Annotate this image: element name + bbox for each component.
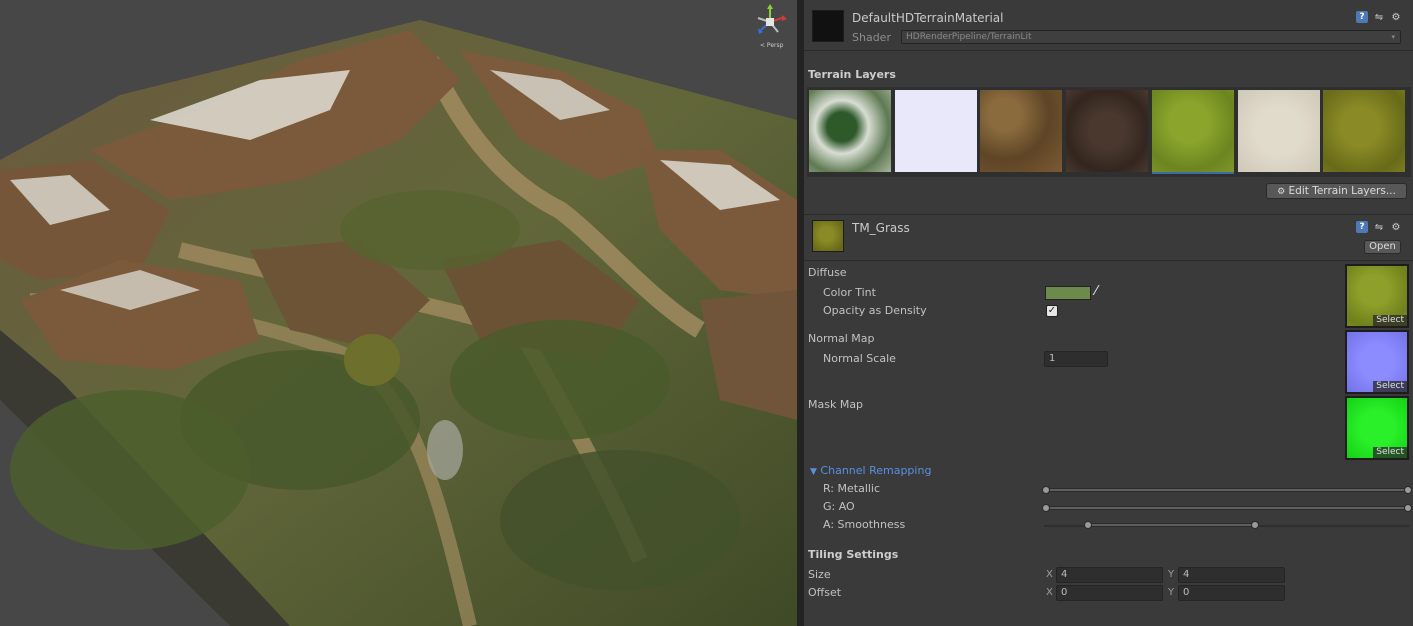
size-y-field[interactable]: 4 [1178, 567, 1285, 583]
terrain-layer-thumbnail[interactable] [809, 90, 891, 172]
select-button[interactable]: Select [1373, 315, 1407, 326]
slider-max-handle[interactable] [1404, 486, 1412, 494]
terrain-layer-thumbnail-selected[interactable] [1152, 90, 1234, 172]
shader-label: Shader [852, 31, 891, 44]
select-button[interactable]: Select [1373, 381, 1407, 392]
color-tint-swatch[interactable] [1045, 286, 1091, 300]
terrain-layer-thumbnail[interactable] [895, 90, 977, 172]
gear-icon: ⚙ [1277, 187, 1286, 197]
mask-map-label: Mask Map [808, 398, 864, 411]
shader-dropdown-value: HDRenderPipeline/TerrainLit [906, 32, 1032, 42]
section-divider [804, 214, 1413, 215]
mask-texture-slot[interactable]: Select [1345, 396, 1409, 460]
material-header-icons: ? ⇋ ⚙ [1356, 11, 1402, 23]
edit-terrain-layers-button[interactable]: ⚙ Edit Terrain Layers... [1266, 183, 1407, 199]
help-icon[interactable]: ? [1356, 221, 1368, 233]
diffuse-label: Diffuse [808, 266, 847, 279]
terrain-layers-title: Terrain Layers [808, 68, 896, 81]
preset-icon[interactable]: ⇋ [1373, 221, 1385, 233]
section-divider [804, 50, 1413, 51]
channel-label: G: AO [823, 500, 855, 513]
channel-remapping-foldout[interactable]: ▼ Channel Remapping [810, 464, 931, 477]
slider-min-handle[interactable] [1042, 486, 1050, 494]
channel-label: A: Smoothness [823, 518, 906, 531]
offset-label: Offset [808, 586, 842, 599]
tiling-settings-title: Tiling Settings [808, 548, 899, 561]
channel-remapping-label: Channel Remapping [820, 464, 932, 477]
color-tint-label: Color Tint [823, 286, 876, 299]
slider-min-handle[interactable] [1042, 504, 1050, 512]
edit-terrain-layers-label: Edit Terrain Layers... [1288, 185, 1396, 197]
channel-range-slider[interactable] [1086, 523, 1256, 527]
size-y-axis-label: Y [1168, 569, 1175, 580]
material-preview-thumbnail [812, 10, 844, 42]
gear-icon[interactable]: ⚙ [1390, 221, 1402, 233]
select-button[interactable]: Select [1373, 447, 1407, 458]
size-x-axis-label: X [1046, 569, 1053, 580]
normal-map-label: Normal Map [808, 332, 875, 345]
slider-max-handle[interactable] [1251, 521, 1259, 529]
layer-name: TM_Grass [852, 221, 910, 235]
terrain-layer-thumbnail[interactable] [980, 90, 1062, 172]
diffuse-texture-slot[interactable]: Select [1345, 264, 1409, 328]
panel-splitter[interactable] [797, 0, 804, 626]
shader-dropdown[interactable]: HDRenderPipeline/TerrainLit ▾ [901, 30, 1401, 44]
terrain-layer-thumbnail[interactable] [1066, 90, 1148, 172]
channel-range-slider[interactable] [1044, 488, 1409, 492]
size-x-field[interactable]: 4 [1056, 567, 1163, 583]
layer-header-icons: ? ⇋ ⚙ [1356, 221, 1402, 233]
material-name: DefaultHDTerrainMaterial [852, 11, 1004, 25]
gear-icon[interactable]: ⚙ [1390, 11, 1402, 23]
channel-label: R: Metallic [823, 482, 881, 495]
terrain-render [0, 20, 797, 626]
eyedropper-icon[interactable]: ⁄ [1095, 284, 1109, 300]
normal-scale-field[interactable]: 1 [1044, 351, 1108, 367]
offset-y-field[interactable]: 0 [1178, 585, 1285, 601]
normal-texture-slot[interactable]: Select [1345, 330, 1409, 394]
projection-label[interactable]: < Persp [760, 42, 783, 49]
size-label: Size [808, 568, 831, 581]
preset-icon[interactable]: ⇋ [1373, 11, 1385, 23]
offset-y-axis-label: Y [1168, 587, 1175, 598]
slider-max-handle[interactable] [1404, 504, 1412, 512]
inspector-panel: DefaultHDTerrainMaterial Shader HDRender… [804, 0, 1413, 626]
slider-min-handle[interactable] [1084, 521, 1092, 529]
terrain-layer-thumbnail[interactable] [1238, 90, 1320, 172]
offset-x-axis-label: X [1046, 587, 1053, 598]
offset-x-field[interactable]: 0 [1056, 585, 1163, 601]
layer-preview-thumbnail [812, 220, 844, 252]
open-button[interactable]: Open [1364, 240, 1401, 254]
terrain-layer-thumbnail[interactable] [1323, 90, 1405, 172]
chevron-down-icon: ▾ [1391, 33, 1395, 41]
help-icon[interactable]: ? [1356, 11, 1368, 23]
opacity-as-density-checkbox[interactable]: ✓ [1046, 305, 1058, 317]
channel-range-slider[interactable] [1044, 506, 1409, 510]
opacity-as-density-label: Opacity as Density [823, 304, 927, 317]
scene-view[interactable]: < Persp [0, 0, 797, 626]
normal-scale-label: Normal Scale [823, 352, 896, 365]
section-divider [804, 260, 1413, 261]
foldout-arrow-icon: ▼ [810, 467, 817, 477]
